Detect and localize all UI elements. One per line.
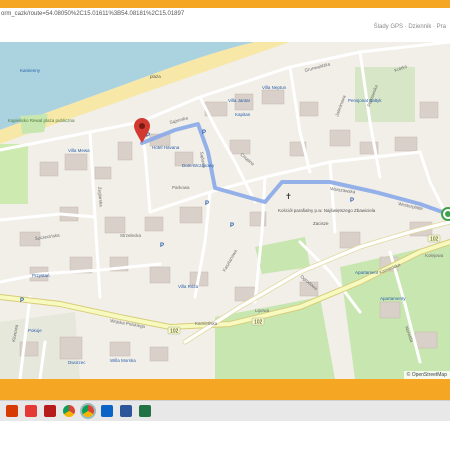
poi-label-12: Pokoje xyxy=(28,328,42,333)
poi-label-14: Apartamenty xyxy=(380,296,406,301)
parking-icon: P xyxy=(350,198,354,204)
parking-icon: P xyxy=(20,298,24,304)
windows-taskbar xyxy=(0,400,450,421)
browser-top-accent xyxy=(0,0,450,8)
office-icon[interactable] xyxy=(6,405,18,417)
poi-label-8: Przystań xyxy=(32,273,50,278)
poi-label-6: Villa Mewa xyxy=(68,148,90,153)
parking-icon: P xyxy=(202,130,206,136)
poi-label-9: Apartament xyxy=(355,270,379,275)
road-shield-label: 102 xyxy=(254,320,263,326)
poi-label-5: Pensjonat Bałtyk xyxy=(348,98,382,103)
street-label-strzelecka: Strzelecka xyxy=(120,233,142,238)
parking-icon: P xyxy=(205,201,209,207)
park-left xyxy=(0,144,28,204)
bottom-accent-bar xyxy=(0,379,450,400)
street-label-kamienska-1: Kamieńska xyxy=(195,321,218,326)
parking-icon: P xyxy=(160,243,164,249)
poi-label-2: Villa Jantar xyxy=(228,98,251,103)
church-short-label: Zacisze xyxy=(313,221,329,226)
church-label: Kościół parafialny p.w. Najświętszego Zb… xyxy=(278,208,376,213)
chrome-profile-icon[interactable] xyxy=(82,405,94,417)
page-header: Ślady GPS · Dziennik · Pra xyxy=(0,20,450,43)
outlook-icon[interactable] xyxy=(101,405,113,417)
map-attribution[interactable]: © OpenStreetMap xyxy=(403,371,450,379)
destination-marker-icon[interactable] xyxy=(441,207,450,221)
water-label: Kamienny xyxy=(20,68,41,73)
street-label-lipowa: Lipowa xyxy=(255,308,270,313)
acrobat-icon[interactable] xyxy=(44,405,56,417)
poi-label-13: Dworzec xyxy=(68,360,86,365)
map-view[interactable]: Kamienny plaża Kąpielisko Rewal plaża pu… xyxy=(0,42,450,379)
blank-area xyxy=(0,421,450,450)
poi-label-10: Villa Róża xyxy=(178,284,199,289)
road-shield-label: 102 xyxy=(430,237,439,243)
beach-entry-label: Kąpielisko Rewal plaża publiczna xyxy=(8,118,75,123)
pdf-icon[interactable] xyxy=(25,405,37,417)
street-label-kolejowa: Kolejowa xyxy=(425,253,444,258)
poi-label-4: Kapitan xyxy=(235,112,251,117)
poi-label-11: Willa Morska xyxy=(110,358,136,363)
poi-label-1: Hotel Havana xyxy=(152,145,180,150)
word-icon[interactable] xyxy=(120,405,132,417)
header-nav-links[interactable]: Ślady GPS · Dziennik · Pra xyxy=(374,24,446,30)
poi-label-3: Villa Neptun xyxy=(262,85,287,90)
address-bar[interactable]: orm_cazk/route=54.08050%2C15.01611%3B54.… xyxy=(0,8,450,20)
parking-icon: P xyxy=(230,223,234,229)
beach-label: plaża xyxy=(150,74,161,79)
church-icon: ✝ xyxy=(285,192,292,201)
poi-label-7: Dom Wczasowy xyxy=(182,163,215,168)
url-text[interactable]: orm_cazk/route=54.08050%2C15.01611%3B54.… xyxy=(1,8,184,20)
chrome-icon[interactable] xyxy=(63,405,75,417)
road-shield-label: 102 xyxy=(170,329,179,335)
street-label-parkowa: Parkowa xyxy=(172,185,190,190)
beach-park xyxy=(20,114,48,134)
excel-icon[interactable] xyxy=(139,405,151,417)
